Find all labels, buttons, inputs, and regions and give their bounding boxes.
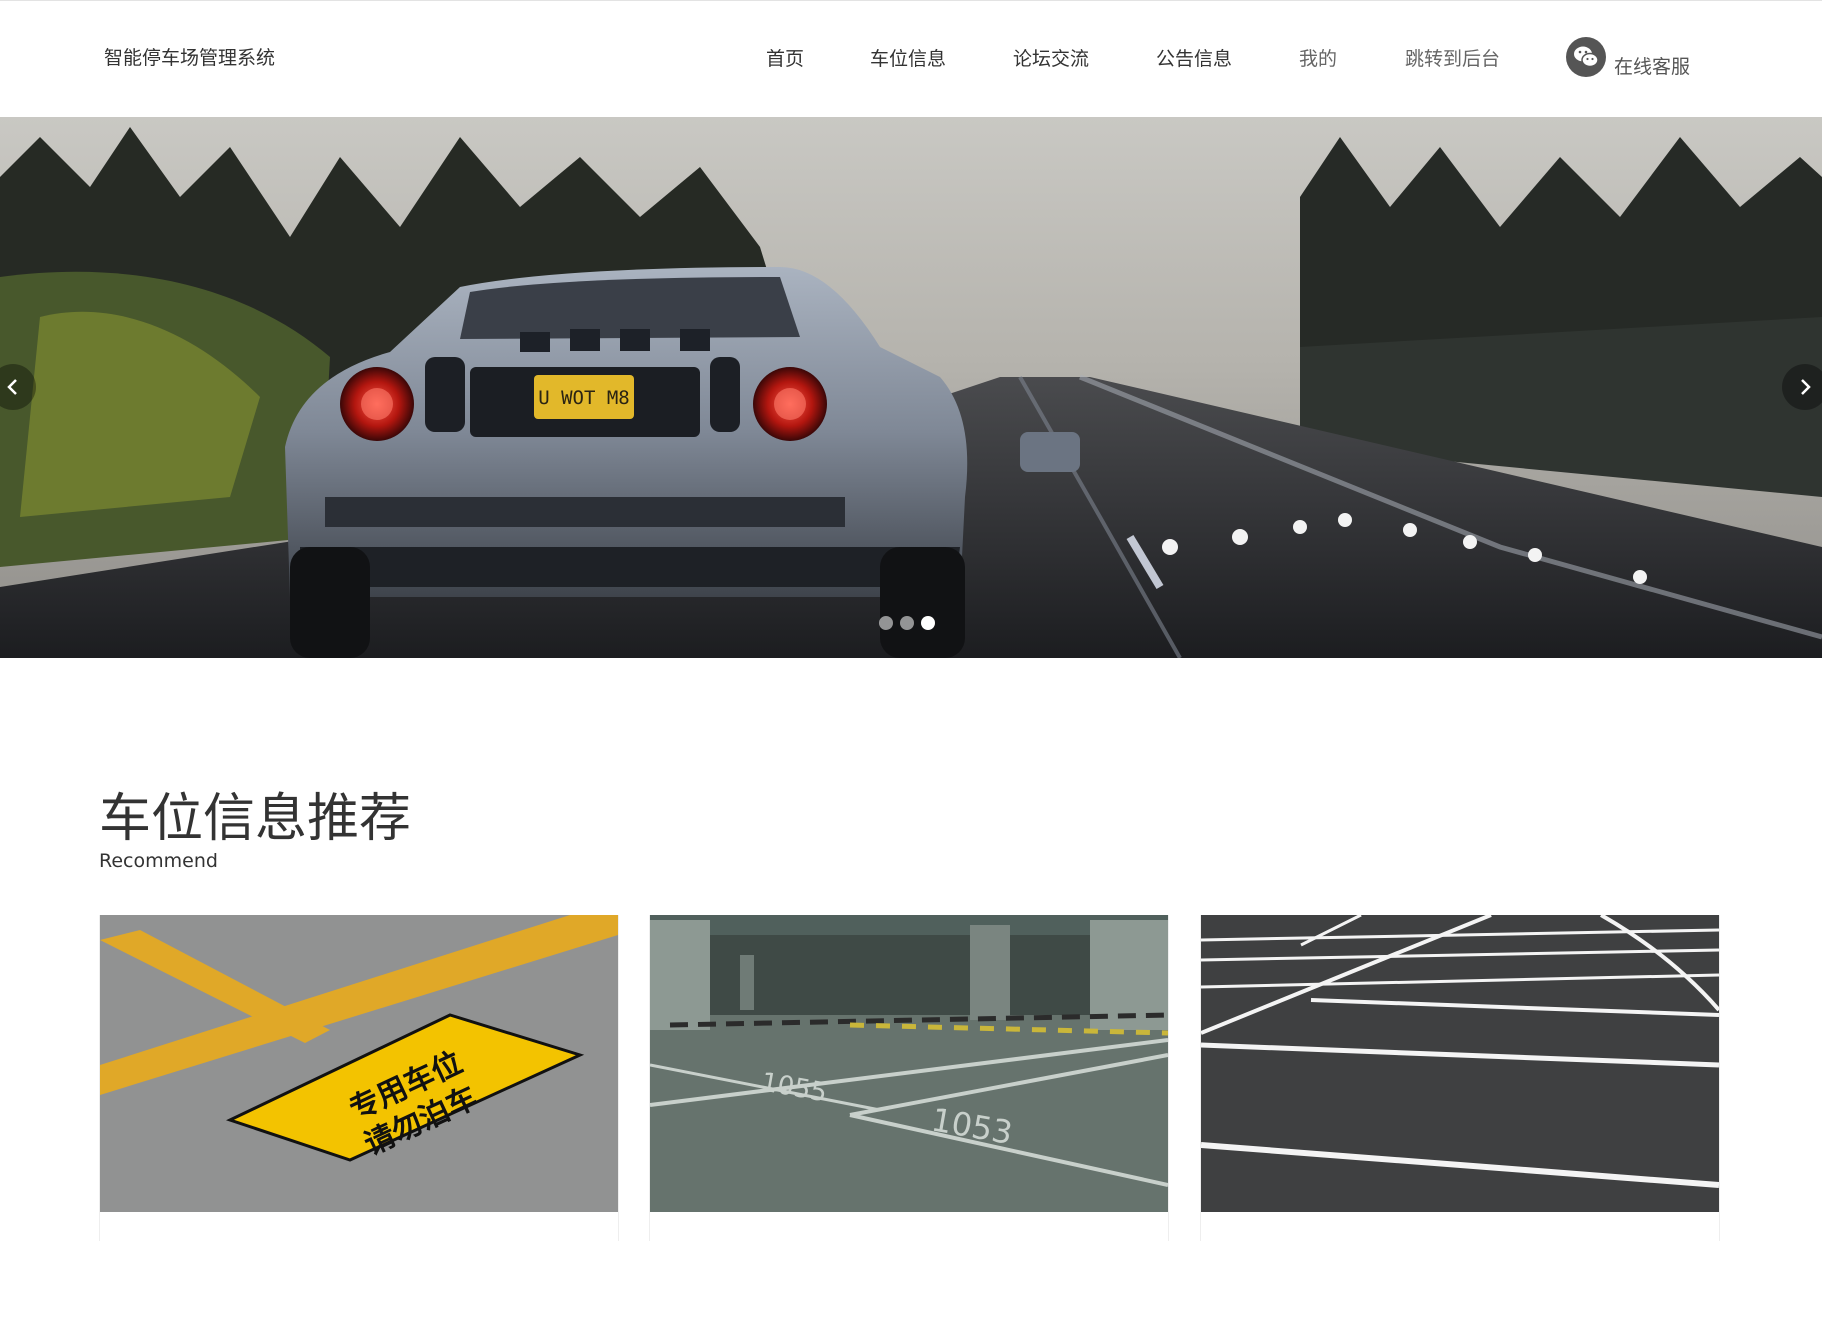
nav-forum[interactable]: 论坛交流 bbox=[1013, 44, 1089, 71]
hero-carousel[interactable]: U WOT M8 bbox=[0, 117, 1822, 658]
hero-slide-image: U WOT M8 bbox=[0, 117, 1822, 658]
chevron-left-icon bbox=[7, 379, 17, 395]
license-plate-text: U WOT M8 bbox=[538, 387, 630, 409]
chevron-right-icon bbox=[1801, 379, 1811, 395]
nav-announcements[interactable]: 公告信息 bbox=[1156, 44, 1232, 71]
nav-mine[interactable]: 我的 bbox=[1299, 44, 1337, 71]
online-service-label: 在线客服 bbox=[1614, 56, 1691, 78]
parking-card-3[interactable] bbox=[1200, 915, 1720, 1241]
recommend-subtitle: Recommend bbox=[99, 850, 218, 872]
wechat-icon bbox=[1566, 37, 1606, 77]
nav-home[interactable]: 首页 bbox=[766, 44, 804, 71]
carousel-dot-3[interactable] bbox=[921, 616, 935, 630]
carousel-next-button[interactable] bbox=[1782, 364, 1822, 410]
nav-admin[interactable]: 跳转到后台 bbox=[1405, 44, 1500, 71]
recommend-title: 车位信息推荐 bbox=[99, 789, 412, 849]
parking-card-1[interactable]: 专用车位 请勿泊车 bbox=[99, 915, 619, 1241]
nav-parking-info[interactable]: 车位信息 bbox=[870, 44, 946, 71]
site-title[interactable]: 智能停车场管理系统 bbox=[104, 43, 275, 70]
carousel-dot-1[interactable] bbox=[879, 616, 893, 630]
carousel-dot-2[interactable] bbox=[900, 616, 914, 630]
parking-card-image: 专用车位 请勿泊车 bbox=[100, 915, 618, 1212]
parking-card-2[interactable]: 1055 1053 bbox=[649, 915, 1169, 1241]
top-header: 智能停车场管理系统 首页 车位信息 论坛交流 公告信息 我的 跳转到后台 在线客… bbox=[0, 0, 1822, 117]
parking-card-image: 1055 1053 bbox=[650, 915, 1168, 1212]
parking-card-image bbox=[1201, 915, 1719, 1212]
